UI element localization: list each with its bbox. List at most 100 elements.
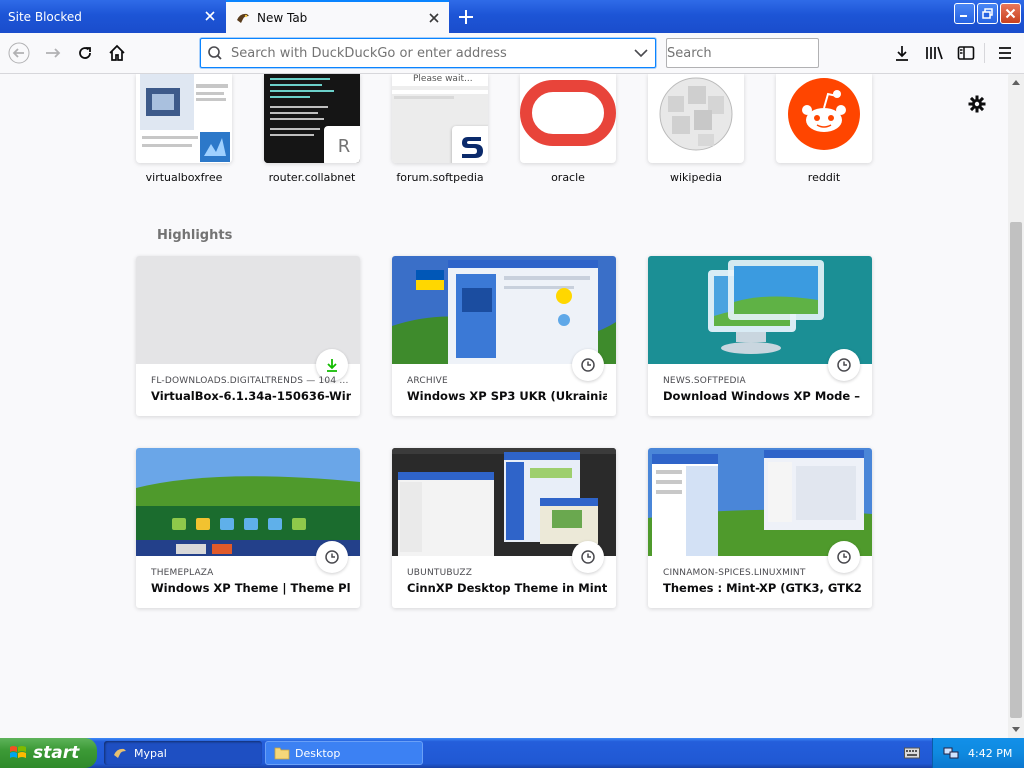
virtualbox-screenshot-image (136, 74, 232, 163)
highlight-card[interactable]: NEWS.SOFTPEDIA Download Windows XP Mode … (648, 256, 872, 416)
reddit-logo-icon (788, 78, 860, 150)
minimize-icon (960, 15, 967, 17)
sidebar-button[interactable] (955, 42, 977, 64)
top-site-virtualboxfree[interactable]: virtualboxfree (136, 74, 232, 184)
card-image (392, 448, 616, 556)
back-button[interactable] (8, 42, 30, 64)
site-thumbnail: R (264, 74, 360, 163)
top-site-reddit[interactable]: reddit (776, 74, 872, 184)
softpedia-logo-icon (452, 126, 488, 163)
tab-bar: Site Blocked New Tab (0, 0, 1024, 33)
tab-new-tab[interactable]: New Tab (226, 0, 449, 33)
windows-logo-icon (10, 746, 26, 758)
highlight-card[interactable]: ARCHIVE Windows XP SP3 UKR (Ukrainian... (392, 256, 616, 416)
card-source: CINNAMON-SPICES.LINUXMINT (663, 568, 806, 578)
gear-icon[interactable] (967, 94, 987, 114)
taskbar-item-mypal[interactable]: Mypal (104, 741, 262, 765)
highlights-heading: Highlights (157, 228, 233, 243)
top-site-label: reddit (807, 171, 841, 184)
new-tab-page: virtualboxfree R router.collabnet Please… (0, 74, 1008, 738)
task-label: Mypal (134, 746, 167, 760)
top-site-wikipedia[interactable]: wikipedia (648, 74, 744, 184)
keyboard-icon[interactable] (904, 746, 920, 760)
scrollbar-thumb[interactable] (1010, 222, 1022, 718)
menu-button[interactable] (994, 42, 1016, 64)
scroll-up-arrow-icon[interactable] (1008, 74, 1024, 90)
url-input[interactable] (231, 45, 627, 61)
taskbar-item-desktop[interactable]: Desktop (265, 741, 423, 765)
top-site-oracle[interactable]: oracle (520, 74, 616, 184)
system-tray: 4:42 PM (932, 738, 1024, 768)
card-source: UBUNTUBUZZ (407, 568, 473, 578)
top-site-router-collabnet[interactable]: R router.collabnet (264, 74, 360, 184)
top-site-forum-softpedia[interactable]: Please wait... forum.softpedia (392, 74, 488, 184)
top-site-label: oracle (551, 171, 585, 184)
folder-icon (274, 747, 290, 760)
card-image (136, 448, 360, 556)
home-button[interactable] (106, 42, 128, 64)
close-window-button[interactable] (1000, 3, 1021, 24)
card-source: FL-DOWNLOADS.DIGITALTRENDS — 104 ... (151, 376, 349, 386)
card-title: Windows XP SP3 UKR (Ukrainian... (407, 389, 607, 403)
card-image (648, 256, 872, 364)
highlight-card[interactable]: UBUNTUBUZZ CinnXP Desktop Theme in Mint … (392, 448, 616, 608)
search-bar[interactable] (666, 38, 837, 68)
reload-button[interactable] (74, 42, 96, 64)
restore-button[interactable] (977, 3, 998, 24)
library-button[interactable] (923, 42, 945, 64)
card-source: NEWS.SOFTPEDIA (663, 376, 746, 386)
search-icon (208, 46, 222, 60)
top-site-label: virtualboxfree (145, 171, 223, 184)
site-thumbnail (520, 74, 616, 163)
card-image (648, 448, 872, 556)
url-bar[interactable] (200, 38, 656, 68)
sidebar-icon (957, 46, 975, 60)
card-image (392, 256, 616, 364)
card-title: CinnXP Desktop Theme in Mint ... (407, 581, 607, 595)
scroll-down-arrow-icon[interactable] (1008, 722, 1024, 738)
toolbar-separator (984, 43, 985, 63)
top-site-label: forum.softpedia (396, 171, 484, 184)
site-letter: R (337, 135, 351, 157)
screen: Site Blocked New Tab Search with DuckDuc… (0, 0, 1024, 768)
close-tab-icon[interactable] (427, 11, 441, 25)
search-input[interactable] (667, 45, 837, 61)
new-tab-plus-icon[interactable] (456, 7, 476, 27)
library-icon (926, 46, 943, 60)
top-site-label: wikipedia (669, 171, 722, 184)
forward-button[interactable] (42, 42, 64, 64)
site-thumbnail (648, 74, 744, 163)
start-label: start (33, 743, 80, 763)
nav-toolbar (0, 33, 1024, 74)
chevron-down-icon[interactable] (627, 43, 655, 63)
site-thumbnail (776, 74, 872, 163)
close-icon (1005, 8, 1016, 19)
downloads-button[interactable] (891, 42, 913, 64)
tab-label: Site Blocked (8, 9, 82, 24)
forward-arrow-icon (46, 48, 61, 58)
mypal-app-icon (114, 748, 126, 758)
reload-icon (79, 47, 91, 59)
start-button[interactable]: start (0, 738, 97, 768)
card-image (136, 256, 360, 364)
highlight-card[interactable]: THEMEPLAZA Windows XP Theme | Theme Plaz… (136, 448, 360, 608)
wikipedia-globe-icon (659, 77, 733, 151)
tab-site-blocked[interactable]: Site Blocked (0, 0, 225, 33)
highlight-card[interactable]: CINNAMON-SPICES.LINUXMINT Themes : Mint-… (648, 448, 872, 608)
windows-taskbar: start Mypal Desktop 4:42 PM (0, 738, 1024, 768)
network-icon[interactable] (943, 745, 959, 761)
top-site-label: router.collabnet (268, 171, 356, 184)
card-title: VirtualBox-6.1.34a-150636-Win.... (151, 389, 351, 403)
card-title: Windows XP Theme | Theme Plaza (151, 581, 351, 595)
minimize-button[interactable] (954, 3, 975, 24)
highlight-card[interactable]: FL-DOWNLOADS.DIGITALTRENDS — 104 ... Vir… (136, 256, 360, 416)
card-source: THEMEPLAZA (151, 568, 214, 578)
tab-label: New Tab (257, 10, 308, 25)
home-icon (109, 44, 125, 61)
card-title: Download Windows XP Mode – F... (663, 389, 863, 403)
clock[interactable]: 4:42 PM (968, 747, 1012, 760)
mypal-favicon-icon (237, 13, 249, 23)
vertical-scrollbar[interactable] (1008, 74, 1024, 738)
window-controls (954, 3, 1021, 24)
close-tab-icon[interactable] (203, 9, 217, 23)
